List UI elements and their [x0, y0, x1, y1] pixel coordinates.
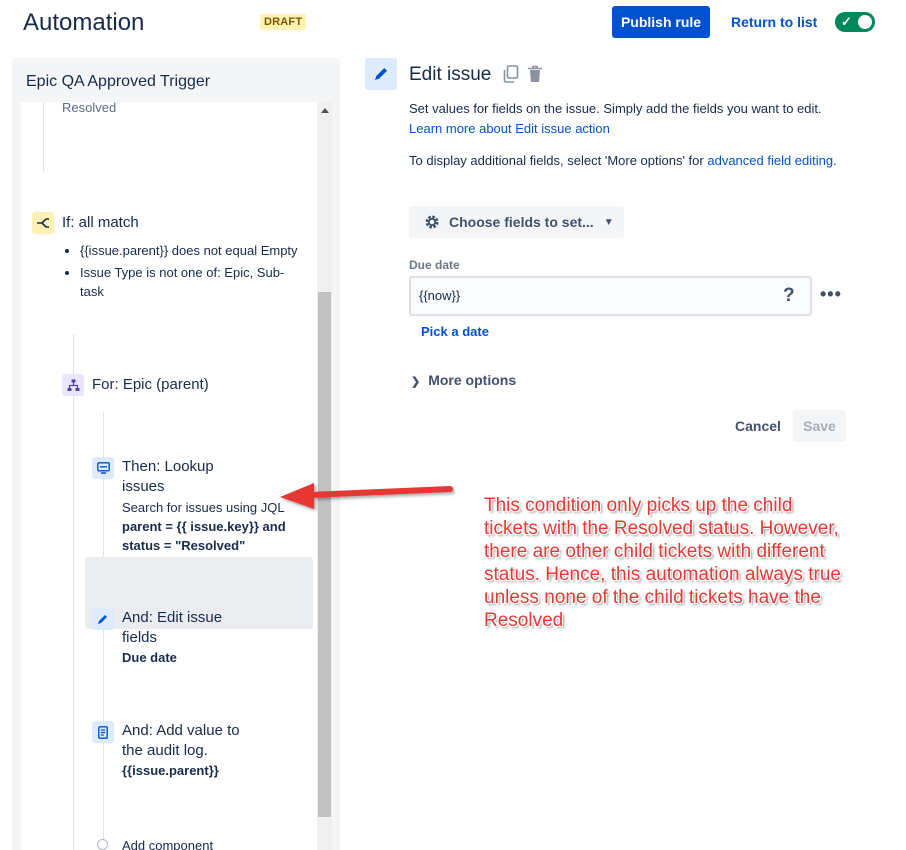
lookup-description: Search for issues using JQL [122, 500, 285, 515]
condition-icon [32, 212, 54, 234]
help-icon[interactable]: ? [783, 285, 795, 307]
chevron-down-icon: ▼ [603, 216, 614, 228]
edit-field: Due date [122, 650, 177, 665]
trigger-summary: Resolved [62, 102, 117, 115]
choose-fields-button[interactable]: Choose fields to set... ▼ [409, 206, 624, 238]
more-actions-icon[interactable]: ••• [820, 284, 842, 305]
audit-log-icon [92, 721, 114, 743]
learn-more-link[interactable]: Learn more about Edit issue action [409, 121, 610, 136]
annotation-note: This condition only picks up the child t… [484, 495, 841, 631]
gear-icon [425, 215, 439, 229]
pencil-icon [365, 58, 397, 90]
condition-list: {{issue.parent}} does not equal Empty Is… [64, 241, 304, 304]
cancel-button[interactable]: Cancel [735, 418, 781, 434]
audit-log-value: {{issue.parent}} [122, 763, 219, 778]
annotation-arrow [280, 483, 453, 509]
rule-flow-panel: Epic QA Approved Trigger Resolved If: al… [12, 58, 340, 850]
flow-line [73, 334, 74, 850]
branch-title[interactable]: For: Epic (parent) [92, 375, 209, 395]
add-component-link[interactable]: Add component [122, 836, 213, 850]
save-button[interactable]: Save [793, 410, 846, 442]
audit-log-title[interactable]: And: Add value to the audit log. [122, 721, 240, 761]
condition-item: {{issue.parent}} does not equal Empty [80, 241, 304, 260]
rule-enabled-toggle[interactable]: ✓ [835, 12, 875, 32]
editor-title: Edit issue [409, 64, 492, 85]
lookup-jql: parent = {{ issue.key}} and status = "Re… [122, 519, 286, 553]
condition-item: Issue Type is not one of: Epic, Sub-task [80, 263, 304, 301]
return-to-list-link[interactable]: Return to list [731, 14, 817, 30]
pencil-icon [92, 608, 114, 630]
advanced-field-editing-link[interactable]: advanced field editing [707, 153, 833, 168]
copy-icon[interactable] [503, 65, 519, 88]
due-date-label: Due date [409, 258, 460, 272]
editor-extra-info: To display additional fields, select 'Mo… [409, 153, 837, 168]
add-component-dot [97, 839, 108, 850]
lookup-title[interactable]: Then: Lookup issues [122, 457, 214, 497]
draft-badge: DRAFT [260, 14, 307, 30]
branch-icon [62, 374, 84, 396]
lookup-issues-icon [92, 457, 114, 479]
scroll-up-icon[interactable] [321, 108, 329, 113]
check-icon: ✓ [841, 14, 852, 29]
edit-title[interactable]: And: Edit issue fields [122, 608, 222, 648]
publish-rule-button[interactable]: Publish rule [612, 6, 710, 38]
chevron-right-icon: ❯ [411, 376, 421, 388]
flow-line [43, 102, 44, 172]
more-options-toggle[interactable]: ❯ More options [411, 372, 516, 388]
toggle-knob [858, 15, 872, 29]
trash-icon[interactable] [527, 65, 543, 88]
pick-date-link[interactable]: Pick a date [421, 324, 489, 339]
editor-description: Set values for fields on the issue. Simp… [409, 101, 822, 136]
rule-name: Epic QA Approved Trigger [26, 73, 211, 90]
page-title: Automation [23, 9, 145, 36]
scroll-thumb[interactable] [318, 292, 331, 817]
due-date-input[interactable]: {{now}} [409, 276, 812, 316]
condition-title[interactable]: If: all match [62, 213, 139, 233]
